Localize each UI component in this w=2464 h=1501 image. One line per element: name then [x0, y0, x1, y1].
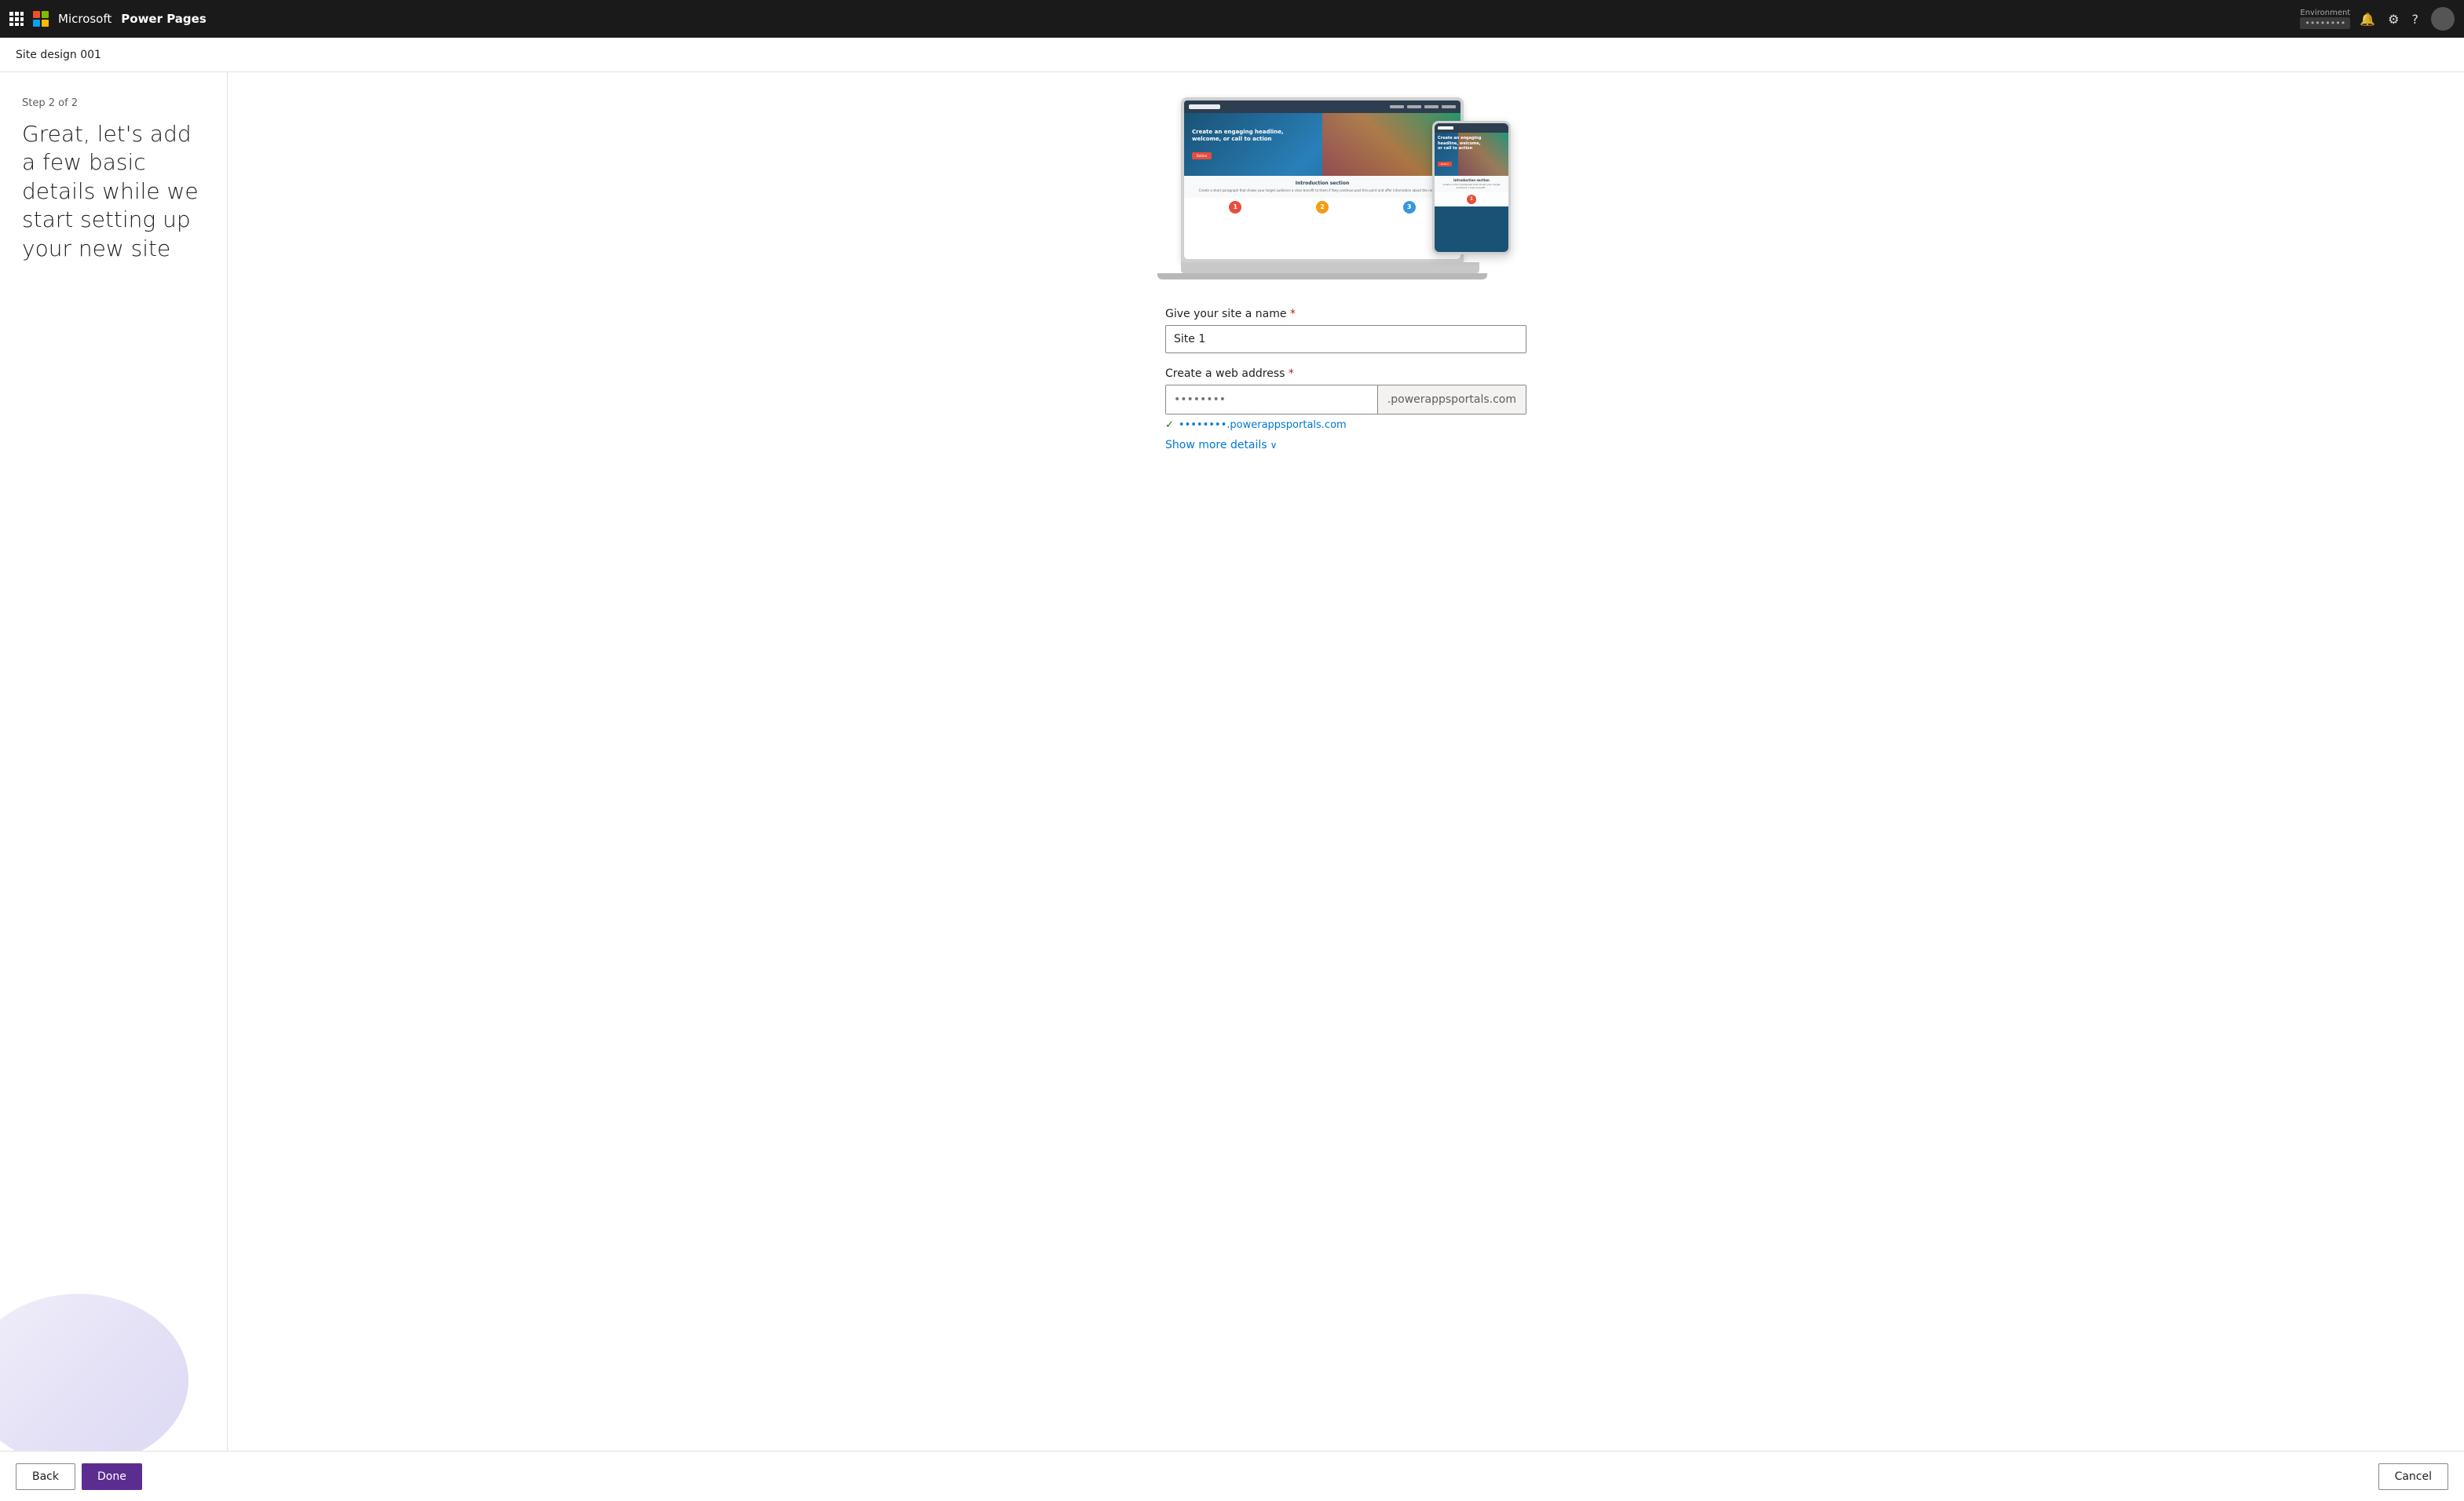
top-navigation: Microsoft Power Pages Environment ••••••… [0, 0, 2464, 38]
checkmark-icon: ✓ [1165, 419, 1174, 431]
microsoft-logo [33, 11, 49, 27]
laptop-mockup: Create an engaging headline,welcome, or … [1181, 97, 1471, 278]
user-avatar[interactable] [2431, 7, 2455, 31]
settings-icon[interactable]: ⚙ [2388, 12, 2399, 27]
preview-illustration: Create an engaging headline,welcome, or … [1181, 97, 1511, 286]
site-name-label: Give your site a name * [1165, 308, 1526, 320]
web-address-field: Create a web address * .powerappsportals… [1165, 367, 1526, 451]
decoration-blob [0, 1294, 188, 1451]
web-address-suffix: .powerappsportals.com [1377, 385, 1526, 414]
step-heading: Great, let's add a few basic details whi… [22, 120, 205, 263]
notification-icon[interactable]: 🔔 [2360, 12, 2375, 27]
back-button[interactable]: Back [16, 1463, 75, 1490]
step-badge-2: 2 [1316, 201, 1329, 214]
url-validation: ✓ ••••••••.powerappsportals.com [1165, 419, 1526, 431]
step-badge-3: 3 [1403, 201, 1416, 214]
step-badge-1: 1 [1229, 201, 1241, 214]
mobile-badge-1: 1 [1467, 195, 1476, 204]
page-title-bar: Site design 001 [0, 38, 2464, 72]
web-address-prefix-input[interactable] [1166, 385, 1377, 414]
brand-name: Microsoft [58, 12, 112, 26]
done-button[interactable]: Done [82, 1463, 142, 1490]
cancel-button[interactable]: Cancel [2378, 1463, 2448, 1490]
site-name-field: Give your site a name * [1165, 308, 1526, 353]
chevron-down-icon: ∨ [1270, 440, 1278, 451]
form-area: Give your site a name * Create a web add… [1165, 308, 1526, 466]
main-area: Step 2 of 2 Great, let's add a few basic… [0, 72, 2464, 1451]
environment-selector[interactable]: Environment •••••••• [2300, 9, 2350, 29]
grid-icon[interactable] [9, 12, 24, 26]
page-title: Site design 001 [16, 49, 101, 61]
topnav-icons: 🔔 ⚙ ? [2360, 7, 2455, 31]
app-name: Power Pages [121, 12, 207, 26]
url-validated-text: ••••••••.powerappsportals.com [1179, 419, 1347, 431]
right-panel: Create an engaging headline,welcome, or … [228, 72, 2464, 1451]
site-name-input[interactable] [1165, 325, 1526, 353]
environment-value: •••••••• [2300, 17, 2350, 29]
help-icon[interactable]: ? [2412, 12, 2419, 27]
mobile-mockup: Create an engagingheadline, welcome,or c… [1432, 121, 1511, 254]
bottom-bar: Back Done Cancel [0, 1451, 2464, 1501]
left-panel: Step 2 of 2 Great, let's add a few basic… [0, 72, 228, 1451]
web-address-input-group: .powerappsportals.com [1165, 385, 1526, 415]
environment-label: Environment [2300, 9, 2350, 17]
step-label: Step 2 of 2 [22, 97, 205, 109]
web-address-label: Create a web address * [1165, 367, 1526, 380]
show-more-details-button[interactable]: Show more details ∨ [1165, 439, 1526, 451]
show-more-label: Show more details [1165, 439, 1267, 451]
